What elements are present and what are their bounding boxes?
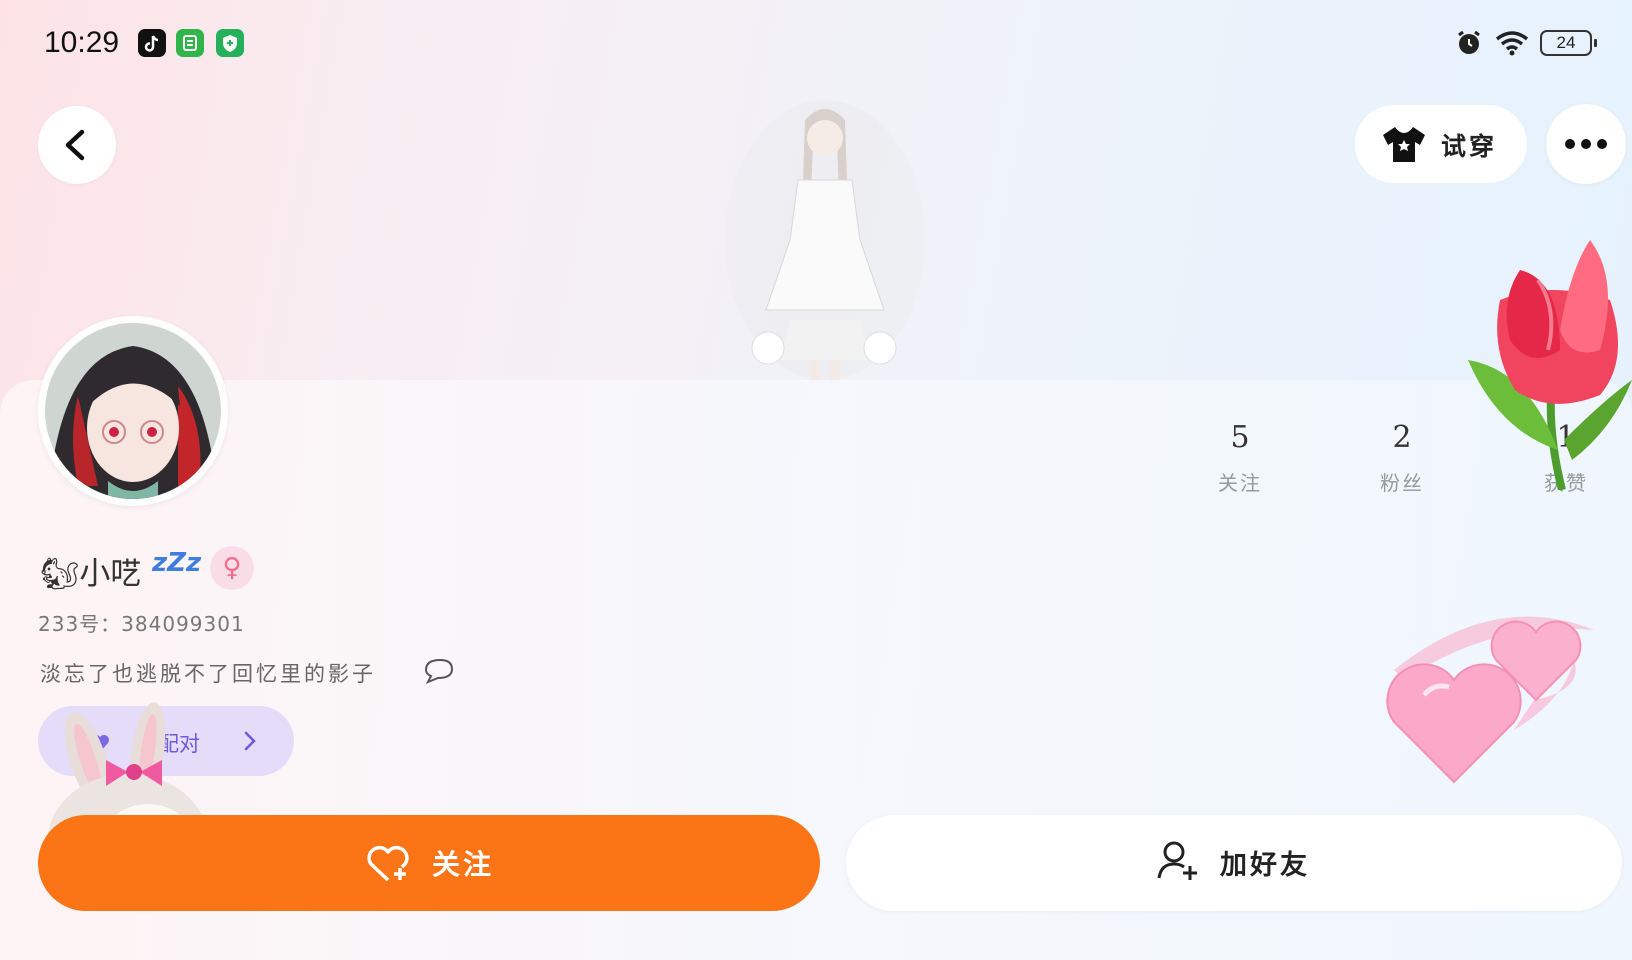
stat-following-value: 5 bbox=[1230, 420, 1250, 455]
user-id[interactable]: 233号：384099301 bbox=[38, 608, 245, 637]
gender-female-icon: ♀ bbox=[210, 546, 254, 590]
heart-plus-icon bbox=[367, 845, 409, 882]
follow-button[interactable] bbox=[38, 815, 820, 911]
alarm-icon bbox=[1454, 28, 1484, 62]
speech-bubble-icon bbox=[424, 658, 454, 684]
avatar[interactable] bbox=[38, 316, 228, 506]
more-button[interactable] bbox=[1546, 104, 1626, 184]
green-shield-app-icon bbox=[216, 29, 244, 57]
try-on-label: 试穿 bbox=[1441, 132, 1498, 161]
stat-followers-label: 粉丝 bbox=[1380, 471, 1424, 495]
battery-icon: 24 bbox=[1540, 30, 1597, 56]
wifi-icon bbox=[1494, 28, 1530, 62]
bio: 淡忘了也逃脱不了回忆里的影子 bbox=[40, 662, 376, 686]
stat-following-label: 关注 bbox=[1218, 471, 1262, 495]
hearts-sticker bbox=[1384, 600, 1604, 800]
add-user-icon bbox=[1157, 841, 1197, 880]
try-on-button[interactable]: 试穿 bbox=[1355, 105, 1527, 183]
green-app-icon bbox=[176, 29, 204, 57]
status-bar: 10:29 24 bbox=[0, 0, 1632, 90]
tiktok-icon bbox=[138, 29, 166, 57]
avatar-image bbox=[45, 323, 221, 499]
follow-label: 关注 bbox=[432, 848, 495, 881]
nickname: 🐿小呓 bbox=[40, 556, 142, 592]
more-dots-icon bbox=[1565, 139, 1607, 149]
avatar-outfit-figure bbox=[710, 90, 940, 380]
nickname-suffix: zZz bbox=[152, 548, 202, 578]
add-friend-label: 加好友 bbox=[1220, 850, 1310, 881]
tshirt-icon bbox=[1383, 127, 1425, 162]
status-time: 10:29 bbox=[44, 26, 120, 59]
chevron-right-icon bbox=[244, 731, 256, 751]
back-button[interactable] bbox=[38, 106, 116, 184]
chevron-left-icon bbox=[65, 129, 85, 161]
stat-following[interactable]: 5 关注 bbox=[1196, 420, 1284, 496]
tulip-sticker bbox=[1460, 240, 1632, 491]
stat-followers-value: 2 bbox=[1392, 420, 1412, 455]
stat-followers[interactable]: 2 粉丝 bbox=[1358, 420, 1446, 496]
